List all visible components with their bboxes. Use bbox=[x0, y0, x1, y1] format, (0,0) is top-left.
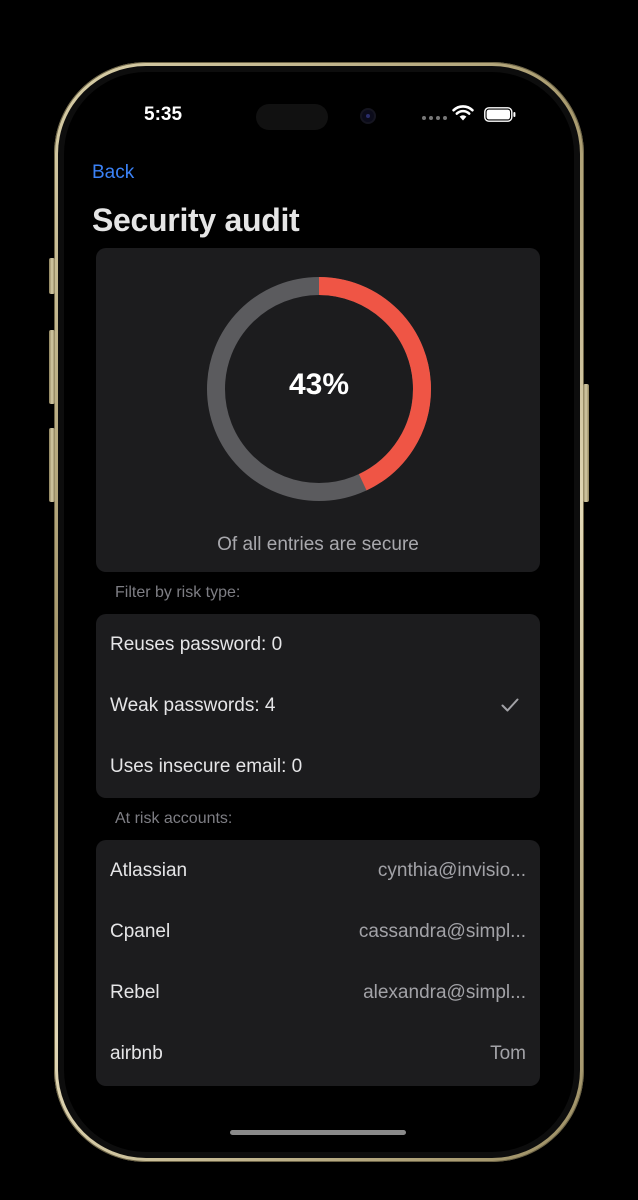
battery-icon bbox=[484, 107, 516, 122]
page-title: Security audit bbox=[92, 202, 300, 238]
home-indicator[interactable] bbox=[230, 1130, 406, 1135]
filter-option-label: Weak passwords: 4 bbox=[110, 694, 276, 716]
filter-option-weak[interactable]: Weak passwords: 4 bbox=[96, 675, 540, 736]
screen: 5:35 Back Security audit 43% Of all entr… bbox=[64, 72, 574, 1152]
volume-up-button bbox=[49, 330, 55, 404]
back-button[interactable]: Back bbox=[92, 162, 134, 184]
dynamic-island bbox=[256, 104, 328, 130]
power-button bbox=[583, 384, 589, 502]
volume-down-button bbox=[49, 428, 55, 502]
account-name: Cpanel bbox=[110, 920, 171, 942]
account-name: airbnb bbox=[110, 1042, 163, 1064]
account-row-rebel[interactable]: Rebel alexandra@simpl... bbox=[96, 962, 540, 1023]
risk-filter-list: Reuses password: 0 Weak passwords: 4 Use… bbox=[96, 614, 540, 798]
account-name: Rebel bbox=[110, 981, 160, 1003]
account-row-cpanel[interactable]: Cpanel cassandra@simpl... bbox=[96, 901, 540, 962]
score-caption: Of all entries are secure bbox=[217, 534, 419, 555]
action-button bbox=[49, 258, 55, 294]
filter-option-label: Reuses password: 0 bbox=[110, 633, 283, 655]
filter-option-insecure-email[interactable]: Uses insecure email: 0 bbox=[96, 736, 540, 797]
status-time: 5:35 bbox=[144, 104, 183, 125]
device-stage: 5:35 Back Security audit 43% Of all entr… bbox=[0, 0, 638, 1200]
account-row-airbnb[interactable]: airbnb Tom bbox=[96, 1023, 540, 1084]
account-row-atlassian[interactable]: Atlassian cynthia@invisio... bbox=[96, 840, 540, 901]
account-username: cynthia@invisio... bbox=[377, 859, 526, 881]
account-username: cassandra@simpl... bbox=[358, 920, 526, 942]
account-username: Tom bbox=[490, 1042, 526, 1064]
cellular-signal-icon bbox=[422, 116, 447, 120]
score-percent: 43% bbox=[288, 368, 350, 401]
security-score-card: 43% Of all entries are secure bbox=[96, 248, 540, 572]
checkmark-icon bbox=[501, 698, 519, 712]
camera-icon bbox=[362, 110, 374, 122]
wifi-icon bbox=[452, 105, 474, 121]
at-risk-accounts-list: Atlassian cynthia@invisio... Cpanel cass… bbox=[96, 840, 540, 1086]
account-username: alexandra@simpl... bbox=[363, 981, 526, 1003]
filter-section-label: Filter by risk type: bbox=[115, 584, 241, 601]
filter-option-label: Uses insecure email: 0 bbox=[110, 755, 303, 777]
account-name: Atlassian bbox=[110, 859, 188, 881]
filter-option-reused[interactable]: Reuses password: 0 bbox=[96, 614, 540, 675]
accounts-section-label: At risk accounts: bbox=[115, 810, 233, 827]
